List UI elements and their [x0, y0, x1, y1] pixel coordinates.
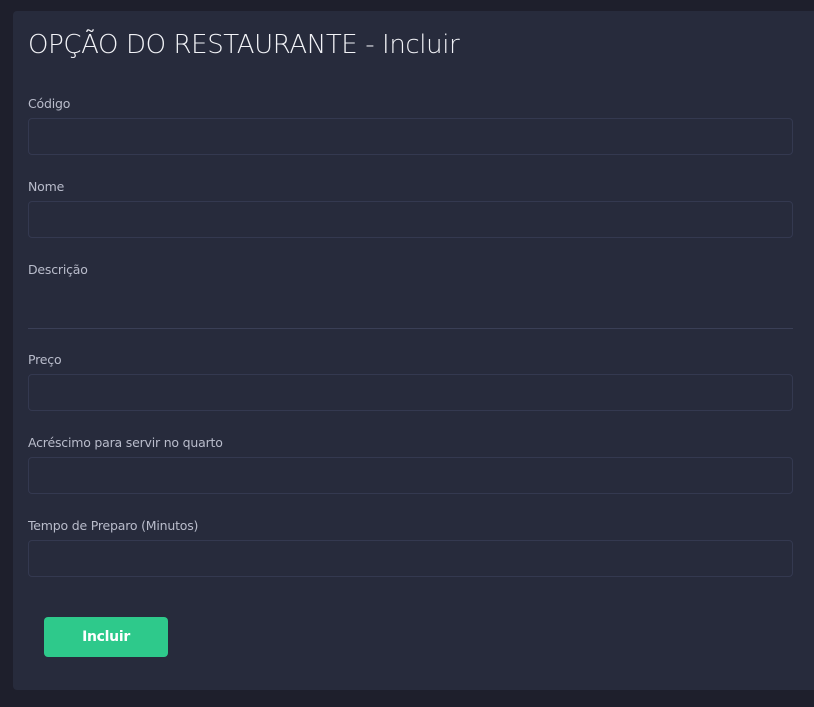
nome-input[interactable]	[28, 201, 793, 238]
preco-input[interactable]	[28, 374, 793, 411]
incluir-button[interactable]: Incluir	[44, 617, 168, 657]
descricao-textarea[interactable]	[28, 292, 793, 329]
codigo-input[interactable]	[28, 118, 793, 155]
nome-label: Nome	[28, 179, 65, 194]
form-card: OPÇÃO DO RESTAURANTE - Incluir Código No…	[13, 11, 814, 690]
preco-label: Preço	[28, 352, 62, 367]
descricao-label: Descrição	[28, 262, 88, 277]
tempo-preparo-label: Tempo de Preparo (Minutos)	[28, 518, 199, 533]
codigo-label: Código	[28, 96, 71, 111]
acrescimo-quarto-input[interactable]	[28, 457, 793, 494]
tempo-preparo-input[interactable]	[28, 540, 793, 577]
page-title: OPÇÃO DO RESTAURANTE - Incluir	[28, 30, 460, 60]
acrescimo-quarto-label: Acréscimo para servir no quarto	[28, 435, 223, 450]
